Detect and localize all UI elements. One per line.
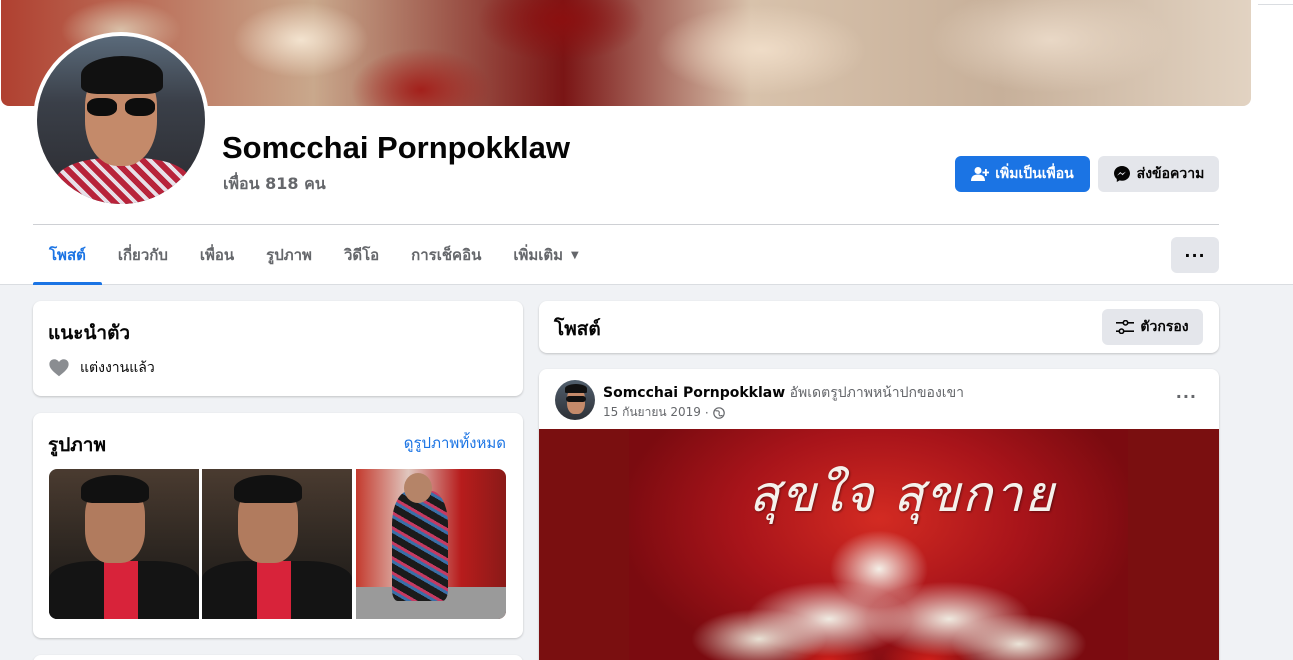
relationship-status: แต่งงานแล้ว — [80, 360, 155, 376]
filter-button[interactable]: ตัวกรอง — [1102, 309, 1203, 345]
photos-card: รูปภาพ ดูรูปภาพทั้งหมด — [33, 413, 523, 638]
intro-card: แนะนำตัว แต่งงานแล้ว — [33, 301, 523, 396]
add-friend-button[interactable]: เพิ่มเป็นเพื่อน — [955, 156, 1090, 192]
tab-more[interactable]: เพิ่มเติม ▼ — [497, 225, 594, 285]
post-card: Somcchai Pornpokklaw อัพเดตรูปภาพหน้าปกข… — [539, 369, 1219, 660]
tab-about[interactable]: เกี่ยวกับ — [102, 225, 184, 285]
profile-avatar[interactable] — [33, 32, 209, 208]
messenger-icon — [1113, 166, 1130, 182]
tab-videos[interactable]: วิดีโอ — [328, 225, 395, 285]
tab-checkins[interactable]: การเช็คอิน — [395, 225, 497, 285]
heart-icon — [49, 359, 69, 377]
profile-name: Somcchai Pornpokklaw — [222, 130, 570, 165]
profile-more-button[interactable]: ··· — [1171, 237, 1219, 273]
add-user-icon — [971, 167, 990, 181]
photos-title[interactable]: รูปภาพ — [48, 430, 106, 460]
post-date[interactable]: 15 กันยายน 2019 — [603, 403, 701, 422]
photo-thumbnail[interactable] — [202, 469, 352, 619]
friend-count[interactable]: เพื่อน 818 คน — [223, 172, 326, 197]
profile-tabs: โพสต์ เกี่ยวกับ เพื่อน รูปภาพ วิดีโอ การ… — [33, 225, 595, 285]
post-image[interactable]: สุขใจ สุขกาย — [539, 429, 1219, 660]
see-all-photos-link[interactable]: ดูรูปภาพทั้งหมด — [404, 431, 506, 455]
relationship-item: แต่งงานแล้ว — [48, 357, 155, 379]
send-message-label: ส่งข้อความ — [1136, 166, 1205, 182]
meta-separator: · — [704, 405, 709, 420]
profile-header: Somcchai Pornpokklaw เพื่อน 818 คน เพิ่ม… — [0, 0, 1293, 285]
intro-title: แนะนำตัว — [48, 322, 131, 344]
photo-thumbnail[interactable] — [356, 469, 506, 619]
add-friend-label: เพิ่มเป็นเพื่อน — [995, 166, 1074, 182]
posts-title: โพสต์ — [554, 318, 601, 340]
post-action-text: อัพเดตรูปภาพหน้าปกของเขา — [789, 385, 965, 401]
post-author-avatar[interactable] — [555, 380, 595, 420]
filter-icon — [1116, 320, 1135, 334]
send-message-button[interactable]: ส่งข้อความ — [1098, 156, 1219, 192]
post-header-line: Somcchai Pornpokklaw อัพเดตรูปภาพหน้าปกข… — [603, 382, 964, 404]
cover-edge — [1258, 0, 1293, 5]
photo-thumbnail[interactable] — [49, 469, 199, 619]
post-image-text: สุขใจ สุขกาย — [749, 465, 1056, 523]
avatar-photo — [37, 36, 205, 204]
post-image-content: สุขใจ สุขกาย — [629, 429, 1128, 660]
tab-friends[interactable]: เพื่อน — [184, 225, 250, 285]
caret-down-icon: ▼ — [571, 249, 579, 261]
post-meta: 15 กันยายน 2019 · — [603, 403, 725, 422]
tab-posts[interactable]: โพสต์ — [33, 225, 102, 285]
post-author-name[interactable]: Somcchai Pornpokklaw — [603, 385, 785, 401]
post-more-button[interactable]: ··· — [1176, 387, 1197, 406]
filter-label: ตัวกรอง — [1140, 319, 1189, 335]
globe-icon — [712, 406, 725, 419]
tab-photos[interactable]: รูปภาพ — [250, 225, 328, 285]
posts-header-card: โพสต์ ตัวกรอง — [539, 301, 1219, 353]
next-card — [33, 655, 523, 660]
